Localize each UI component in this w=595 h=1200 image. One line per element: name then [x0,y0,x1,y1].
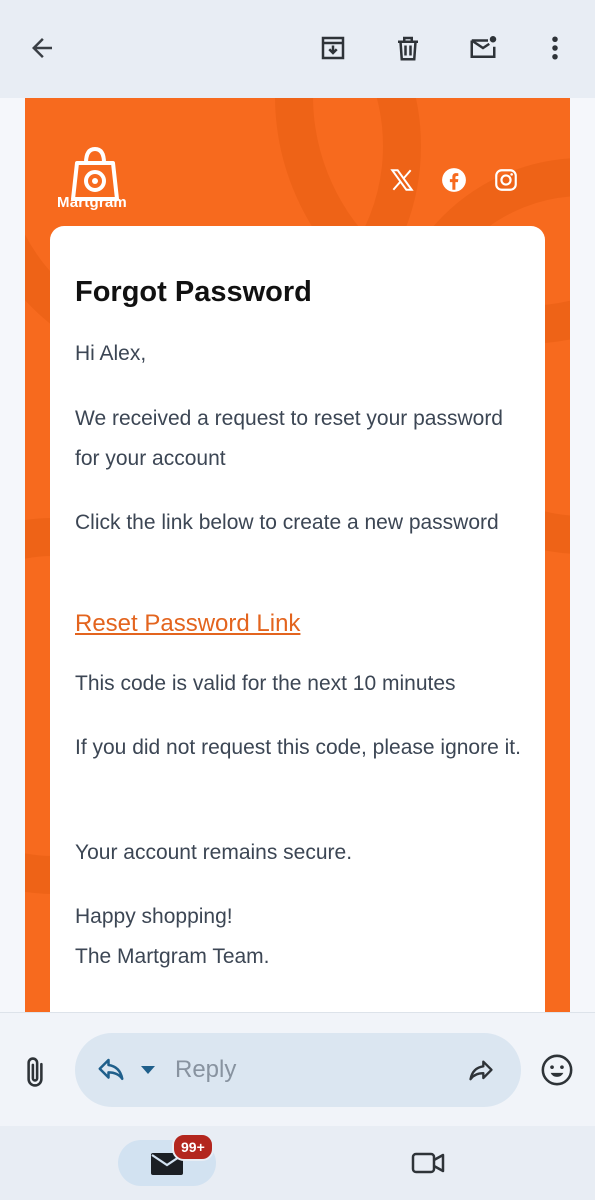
reply-icon[interactable] [95,1055,127,1085]
reset-password-link[interactable]: Reset Password Link [75,610,300,638]
delete-button[interactable] [386,26,430,70]
logo-text: Martgram [57,194,127,211]
email-title: Forgot Password [75,276,312,308]
back-button[interactable] [20,26,64,70]
greeting-text: Hi Alex, [75,342,147,365]
bottom-navigation: 99+ [0,1126,595,1200]
forward-icon[interactable] [465,1057,497,1085]
signoff-text: Happy shopping! [75,905,233,928]
team-signature: The Martgram Team. [75,945,270,968]
more-vert-icon [552,36,558,60]
reply-placeholder: Reply [175,1056,237,1083]
instruction-text: Click the link below to create a new pas… [75,511,499,534]
archive-icon [321,36,345,60]
x-link[interactable] [386,164,418,196]
mark-unread-icon [470,36,497,58]
email-body: Martgram Forgot Password Hi Alex, We rec… [0,98,595,1012]
facebook-icon [442,168,466,192]
emoji-icon[interactable] [540,1053,574,1087]
instagram-icon [495,169,517,191]
unread-count-badge: 99+ [172,1133,214,1161]
reply-bar: Reply [0,1012,595,1127]
trash-icon [398,36,418,61]
email-card: Forgot Password Hi Alex, We received a r… [50,226,545,1012]
chevron-down-icon[interactable] [141,1065,155,1075]
email-banner: Martgram Forgot Password Hi Alex, We rec… [25,98,570,1012]
facebook-link[interactable] [438,164,470,196]
reply-field[interactable]: Reply [75,1033,521,1107]
paperclip-icon[interactable] [18,1055,52,1089]
request-text: We received a request to reset your pass… [75,407,503,470]
mark-unread-button[interactable] [461,26,505,70]
arrow-left-icon [32,38,52,58]
top-toolbar [0,0,595,98]
secure-text: Your account remains secure. [75,841,353,864]
validity-text: This code is valid for the next 10 minut… [75,672,456,695]
more-options-button[interactable] [533,26,577,70]
instagram-link[interactable] [490,164,522,196]
archive-button[interactable] [311,26,355,70]
ignore-text: If you did not request this code, please… [75,736,521,759]
video-icon[interactable] [410,1148,446,1178]
x-icon [390,169,414,191]
